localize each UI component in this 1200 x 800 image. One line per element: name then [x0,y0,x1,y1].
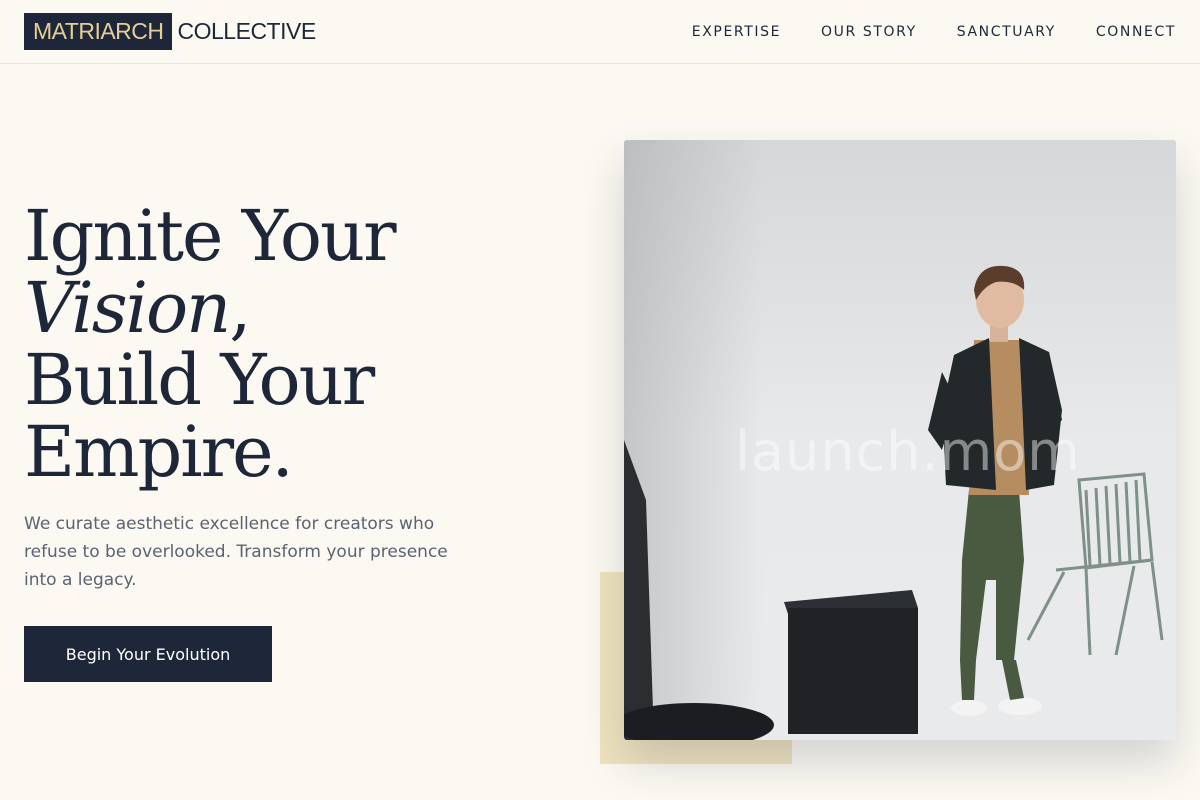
nav-link-connect[interactable]: CONNECT [1096,22,1176,42]
hero-heading-line-3: Build Your [24,339,375,421]
brand-logo[interactable]: MATRIARCH COLLECTIVE [24,13,316,50]
hero-heading-italic: Vision [24,267,231,349]
launch-mom-watermark: launch.mom [735,420,1081,483]
main-nav: EXPERTISE OUR STORY SANCTUARY CONNECT [692,22,1176,42]
begin-evolution-button[interactable]: Begin Your Evolution [24,626,272,682]
nav-link-sanctuary[interactable]: SANCTUARY [957,22,1056,42]
hero-heading-line-1: Ignite Your [24,195,397,277]
hero-heading-line-2: Vision, [24,272,584,344]
logo-text: COLLECTIVE [177,18,317,44]
hero-heading: Ignite Your Vision, Build Your Empire. [24,200,584,488]
hero-subtitle: We curate aesthetic excellence for creat… [24,514,448,590]
logo-highlight: MATRIARCH [24,13,172,50]
site-header: MATRIARCH COLLECTIVE EXPERTISE OUR STORY… [0,0,1200,64]
nav-link-our-story[interactable]: OUR STORY [821,22,917,42]
hero-heading-comma: , [229,267,251,349]
nav-link-expertise[interactable]: EXPERTISE [692,22,781,42]
hero-heading-line-4: Empire. [24,411,294,493]
